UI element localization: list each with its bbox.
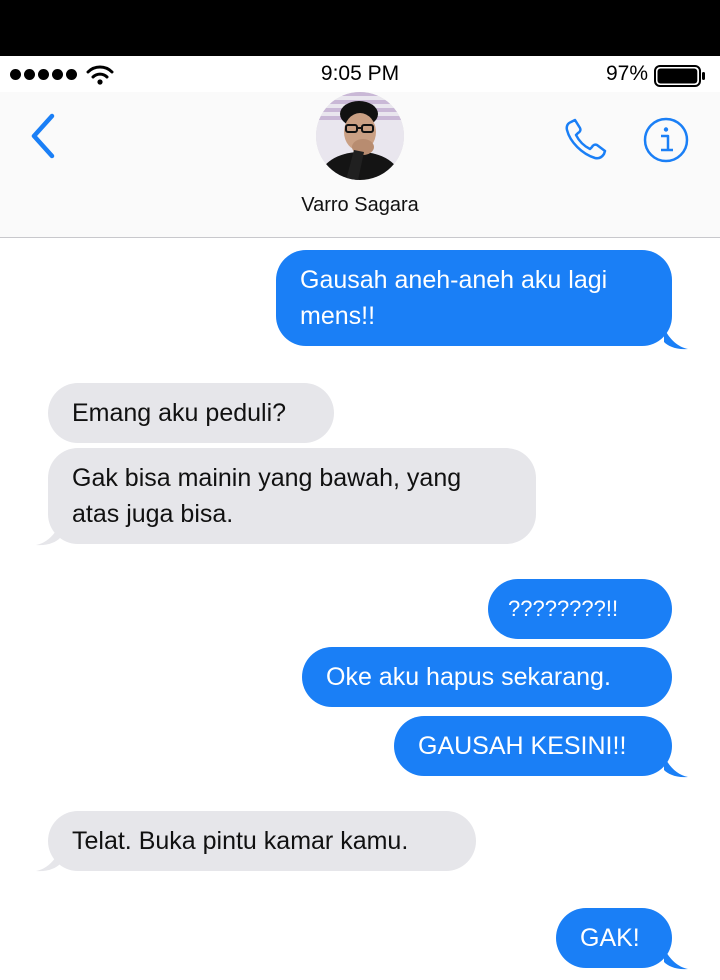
bubble-tail: [36, 524, 60, 546]
battery-percent: 97%: [605, 62, 648, 85]
message-bubble-outgoing[interactable]: Gausah aneh-aneh aku lagi mens!!: [276, 250, 672, 346]
avatar[interactable]: [316, 92, 404, 180]
message-bubble-incoming[interactable]: Gak bisa mainin yang bawah, yang atas ju…: [48, 448, 536, 544]
message-bubble-outgoing[interactable]: ????????!!: [488, 579, 672, 639]
message-text: Oke aku hapus sekarang.: [326, 663, 611, 691]
message-text: Telat. Buka pintu kamar kamu.: [72, 827, 409, 855]
bubble-tail: [664, 948, 688, 970]
info-icon[interactable]: [642, 116, 690, 164]
message-text: GAUSAH KESINI!!: [418, 732, 627, 760]
message-text: Gausah aneh-aneh aku lagi mens!!: [300, 266, 608, 330]
chevron-left-icon[interactable]: [28, 112, 58, 160]
message-text: Gak bisa mainin yang bawah, yang atas ju…: [72, 464, 462, 528]
bubble-tail: [36, 850, 60, 872]
message-text: GAK!: [580, 924, 640, 952]
conversation-header: Varro Sagara: [0, 92, 720, 238]
battery-icon: [654, 65, 705, 87]
contact-name[interactable]: Varro Sagara: [0, 194, 720, 217]
message-bubble-outgoing[interactable]: Oke aku hapus sekarang.: [302, 647, 672, 707]
message-bubble-incoming[interactable]: Telat. Buka pintu kamar kamu.: [48, 811, 476, 871]
message-text: Emang aku peduli?: [72, 399, 287, 427]
bubble-tail: [664, 756, 688, 778]
message-bubble-outgoing[interactable]: GAUSAH KESINI!!: [394, 716, 672, 776]
bubble-tail: [664, 328, 688, 350]
message-bubble-outgoing[interactable]: GAK!: [556, 908, 672, 968]
phone-icon[interactable]: [562, 116, 610, 164]
message-thread[interactable]: Gausah aneh-aneh aku lagi mens!! Emang a…: [0, 238, 720, 980]
status-bar: 9:05 PM 97%: [0, 56, 720, 92]
message-bubble-incoming[interactable]: Emang aku peduli?: [48, 383, 334, 443]
top-black-bar: [0, 0, 720, 56]
message-text: ????????!!: [508, 596, 619, 621]
